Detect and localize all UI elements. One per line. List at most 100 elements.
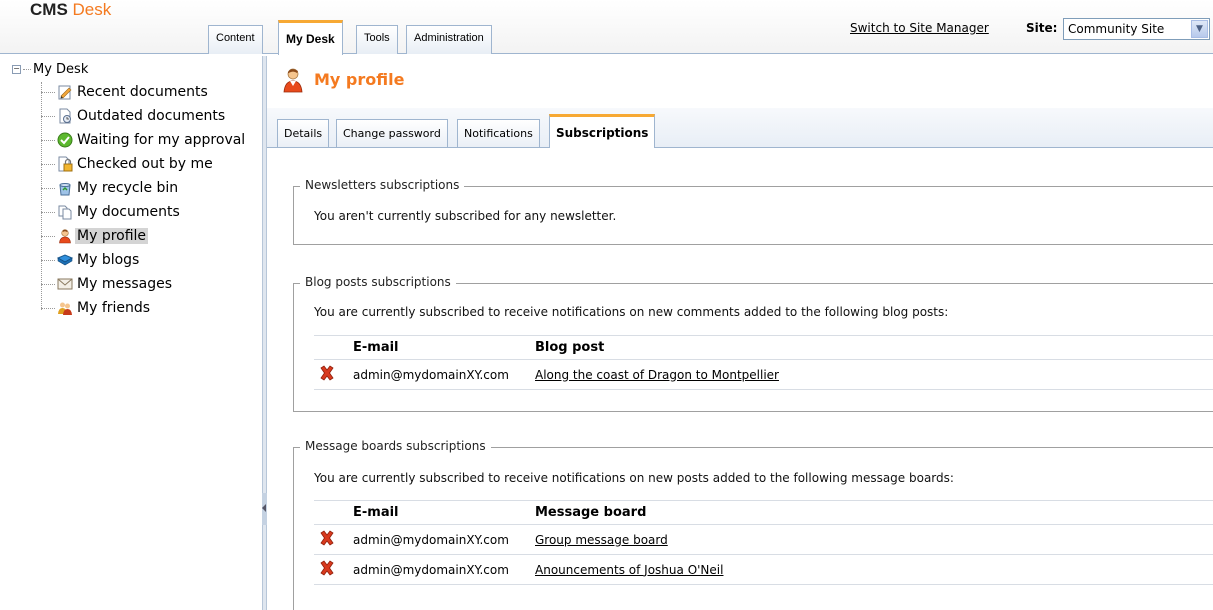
user-profile-icon — [281, 67, 305, 96]
tree-item-label: My blogs — [77, 252, 140, 268]
tree-root-label: My Desk — [33, 62, 89, 77]
message-boards-table: E-mail Message board admin@mydomainXY.co… — [314, 500, 1213, 585]
tree-connector — [41, 115, 55, 117]
tree-connector — [41, 283, 55, 285]
message-boards-fieldset: Message boards subscriptions You are cur… — [293, 439, 1213, 610]
tree-item-my-documents[interactable]: My documents — [41, 202, 182, 222]
message-board-cell: Anouncements of Joshua O'Neil — [529, 554, 1213, 585]
tab-details[interactable]: Details — [277, 119, 330, 147]
tree-item-my-blogs[interactable]: My blogs — [41, 250, 141, 270]
tab-my-desk[interactable]: My Desk — [278, 20, 343, 55]
message-board-cell: Group message board — [529, 524, 1213, 555]
delete-icon[interactable] — [318, 364, 336, 382]
table-header-row: E-mail Message board — [314, 500, 1213, 525]
tree-item-my-profile[interactable]: My profile — [41, 226, 149, 246]
documents-icon — [57, 204, 73, 220]
email-column-header: E-mail — [347, 335, 529, 360]
tree-connector — [41, 259, 55, 261]
tree-item-label: My recycle bin — [77, 180, 179, 196]
message-boards-legend: Message boards subscriptions — [300, 439, 491, 453]
tree-connector — [41, 163, 55, 165]
tree-connector — [41, 139, 55, 141]
recycle-bin-icon — [57, 180, 73, 196]
subscriptions-panel: Newsletters subscriptions You aren't cur… — [267, 148, 1213, 610]
tab-subscriptions[interactable]: Subscriptions — [549, 114, 656, 148]
tree-item-waiting-for-approval[interactable]: Waiting for my approval — [41, 130, 247, 150]
tree-item-label: Checked out by me — [77, 156, 213, 172]
collapse-icon[interactable]: − — [12, 65, 21, 74]
blog-book-icon — [57, 252, 73, 268]
tab-administration[interactable]: Administration — [406, 25, 492, 54]
my-desk-tree: − My Desk Recent documents Outdated docu… — [0, 56, 262, 610]
tree-item-label: My documents — [77, 204, 180, 220]
main-content: My profile Details Change password Notif… — [267, 56, 1213, 610]
envelope-icon — [57, 276, 73, 292]
site-label: Site: — [1026, 21, 1058, 35]
blog-post-cell: Along the coast of Dragon to Montpellier — [529, 359, 1213, 390]
tree-connector — [23, 69, 31, 70]
email-cell: admin@mydomainXY.com — [347, 359, 529, 390]
tree-item-my-friends[interactable]: My friends — [41, 298, 152, 318]
friends-icon — [57, 300, 73, 316]
tree-connector — [41, 187, 55, 189]
outdated-documents-icon — [57, 108, 73, 124]
tree-item-recent-documents[interactable]: Recent documents — [41, 82, 210, 102]
tree-item-label: Outdated documents — [77, 108, 226, 124]
tree-item-checked-out[interactable]: Checked out by me — [41, 154, 215, 174]
blog-posts-legend: Blog posts subscriptions — [300, 275, 456, 289]
message-board-column-header: Message board — [529, 500, 1213, 525]
delete-column-header — [314, 500, 347, 525]
delete-cell — [314, 524, 347, 555]
tree-root[interactable]: − My Desk — [12, 62, 88, 77]
title-bar: My profile — [267, 56, 1213, 108]
tree-connector — [41, 211, 55, 213]
email-cell: admin@mydomainXY.com — [347, 524, 529, 555]
tree-item-label: My friends — [77, 300, 151, 316]
checked-out-lock-icon — [57, 156, 73, 172]
tab-content[interactable]: Content — [208, 25, 263, 54]
profile-tabs: Details Change password Notifications Su… — [267, 108, 1213, 148]
delete-cell — [314, 359, 347, 390]
approval-check-icon — [57, 132, 73, 148]
blog-posts-fieldset: Blog posts subscriptions You are current… — [293, 275, 1213, 412]
email-cell: admin@mydomainXY.com — [347, 554, 529, 585]
newsletters-fieldset: Newsletters subscriptions You aren't cur… — [293, 178, 1213, 245]
switch-to-site-manager-link[interactable]: Switch to Site Manager — [850, 21, 989, 35]
blog-post-link[interactable]: Along the coast of Dragon to Montpellier — [535, 368, 779, 382]
tree-item-label: My profile — [75, 228, 149, 244]
tree-connector — [41, 307, 55, 309]
blog-post-column-header: Blog post — [529, 335, 1213, 360]
recent-documents-icon — [57, 84, 73, 100]
delete-icon[interactable] — [318, 529, 336, 547]
cms-desk-logo: CMS Desk — [30, 0, 111, 20]
tree-item-my-messages[interactable]: My messages — [41, 274, 174, 294]
logo-cms-text: CMS — [30, 0, 68, 19]
message-boards-message: You are currently subscribed to receive … — [314, 471, 954, 485]
table-row: admin@mydomainXY.com Anouncements of Jos… — [314, 554, 1213, 585]
table-row: admin@mydomainXY.com Along the coast of … — [314, 359, 1213, 390]
delete-column-header — [314, 335, 347, 360]
chevron-down-icon[interactable]: ▼ — [1191, 20, 1208, 38]
tab-tools[interactable]: Tools — [356, 25, 398, 54]
logo-desk-text: Desk — [72, 0, 112, 19]
message-board-link[interactable]: Anouncements of Joshua O'Neil — [535, 563, 723, 577]
tree-item-outdated-documents[interactable]: Outdated documents — [41, 106, 227, 126]
tab-notifications[interactable]: Notifications — [457, 119, 540, 147]
table-header-row: E-mail Blog post — [314, 335, 1213, 360]
tree-item-label: Waiting for my approval — [77, 132, 246, 148]
email-column-header: E-mail — [347, 500, 529, 525]
user-profile-icon — [57, 228, 73, 244]
delete-icon[interactable] — [318, 559, 336, 577]
tree-item-label: My messages — [77, 276, 173, 292]
tree-item-recycle-bin[interactable]: My recycle bin — [41, 178, 180, 198]
tab-change-password[interactable]: Change password — [336, 119, 448, 147]
blog-posts-message: You are currently subscribed to receive … — [314, 305, 949, 319]
tree-connector — [41, 91, 55, 93]
chevron-left-icon — [262, 504, 266, 512]
delete-cell — [314, 554, 347, 585]
message-board-link[interactable]: Group message board — [535, 533, 668, 547]
table-row: admin@mydomainXY.com Group message board — [314, 524, 1213, 555]
blog-posts-table: E-mail Blog post admin@mydomainXY.com Al… — [314, 335, 1213, 390]
page-title: My profile — [314, 70, 405, 89]
site-select[interactable]: Community Site ▼ — [1063, 18, 1210, 40]
